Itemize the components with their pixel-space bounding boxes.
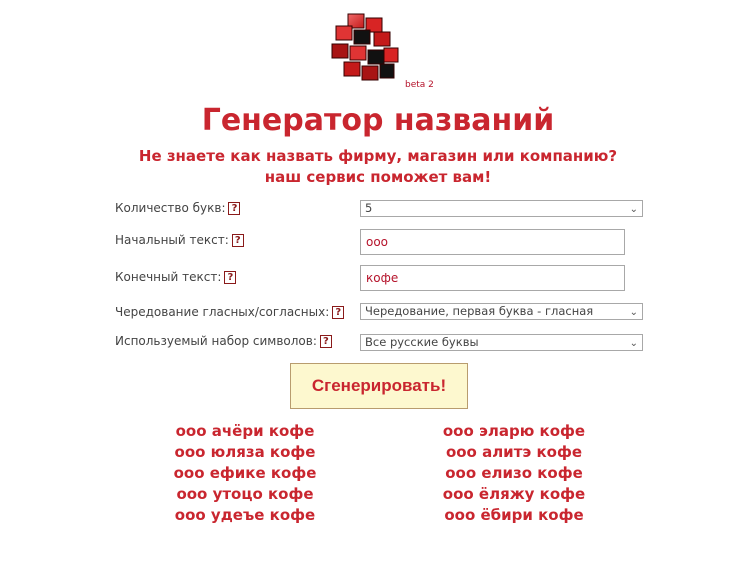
cube-logo-icon (331, 13, 399, 81)
help-icon[interactable]: ? (228, 202, 241, 215)
result-right-4: ооо ёляжу кофе (442, 485, 586, 503)
result-right-2: ооо алитэ кофе (445, 443, 583, 461)
generate-button[interactable]: Сгенерировать! (290, 363, 468, 409)
charset-select[interactable]: Все русские буквы ⌄ (360, 334, 643, 351)
result-left-5: ооо удеъе кофе (174, 506, 316, 524)
letters-count-label: Количество букв:? (115, 201, 241, 215)
chevron-down-icon: ⌄ (629, 338, 638, 349)
end-text-label-text: Конечный текст: (115, 270, 222, 284)
page-subtitle-line2: наш сервис поможет вам! (264, 168, 492, 186)
help-icon[interactable]: ? (332, 306, 345, 319)
charset-label-text: Используемый набор символов: (115, 334, 317, 348)
alternation-label-text: Чередование гласных/согласных: (115, 305, 330, 319)
chevron-down-icon: ⌄ (629, 307, 638, 318)
end-text-label: Конечный текст:? (115, 270, 237, 284)
result-left-1: ооо ачёри кофе (175, 422, 315, 440)
page-subtitle-line1: Не знаете как назвать фирму, магазин или… (138, 147, 618, 165)
start-text-label-text: Начальный текст: (115, 233, 229, 247)
letters-count-label-text: Количество букв: (115, 201, 226, 215)
result-right-5: ооо ёбири кофе (444, 506, 584, 524)
result-right-3: ооо елизо кофе (445, 464, 583, 482)
chevron-down-icon: ⌄ (629, 204, 638, 215)
result-left-3: ооо ефике кофе (173, 464, 317, 482)
result-left-4: ооо утоцо кофе (176, 485, 314, 503)
result-left-2: ооо юляза кофе (174, 443, 316, 461)
help-icon[interactable]: ? (224, 271, 237, 284)
result-right-1: ооо эларю кофе (442, 422, 586, 440)
alternation-label: Чередование гласных/согласных:? (115, 305, 345, 319)
letters-count-value: 5 (365, 201, 373, 215)
help-icon[interactable]: ? (319, 335, 332, 348)
end-text-input[interactable]: кофе (360, 265, 625, 291)
page-title: Генератор названий (201, 103, 555, 138)
letters-count-select[interactable]: 5 ⌄ (360, 200, 643, 217)
start-text-input[interactable]: ооо (360, 229, 625, 255)
alternation-value: Чередование, первая буква - гласная (365, 304, 594, 318)
help-icon[interactable]: ? (231, 234, 244, 247)
charset-value: Все русские буквы (365, 335, 479, 349)
charset-label: Используемый набор символов:? (115, 334, 332, 348)
alternation-select[interactable]: Чередование, первая буква - гласная ⌄ (360, 303, 643, 320)
start-text-label: Начальный текст:? (115, 233, 244, 247)
beta-badge: beta 2 (405, 80, 434, 90)
